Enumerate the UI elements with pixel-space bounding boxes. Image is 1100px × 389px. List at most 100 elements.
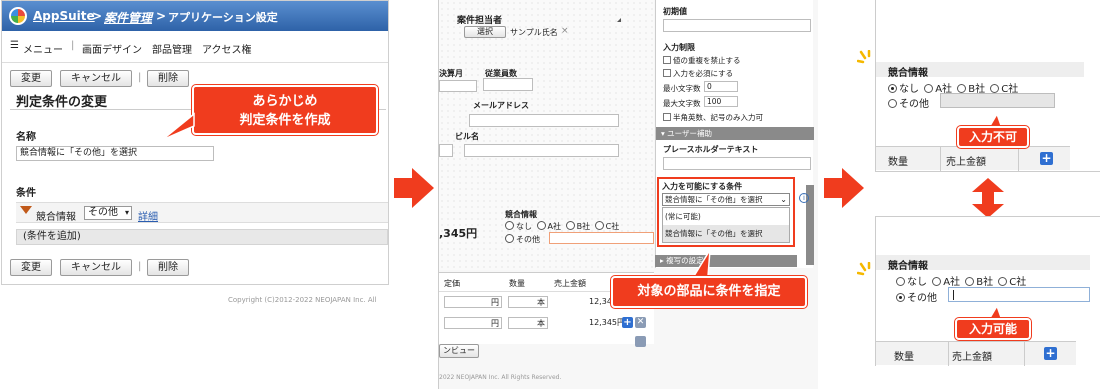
copy-settings-header[interactable]: ▸ 複写の設定 bbox=[655, 255, 797, 267]
preview-button[interactable]: ンビュー bbox=[439, 344, 479, 358]
col-divider bbox=[948, 342, 949, 366]
prop-check-alnum[interactable]: 半角英数、記号のみ入力可 bbox=[663, 112, 763, 123]
delete-row-icon[interactable]: ✕ bbox=[635, 317, 646, 328]
other-input-enabled[interactable] bbox=[948, 287, 1090, 302]
menu-item-menu[interactable]: メニュー bbox=[23, 41, 63, 56]
prop-max-input[interactable]: 100 bbox=[704, 96, 738, 107]
button-divider: | bbox=[138, 72, 142, 83]
radio-other[interactable]: その他 bbox=[896, 289, 937, 304]
condition-select[interactable]: その他 ▾ bbox=[84, 206, 132, 220]
callout-line2: 判定条件を作成 bbox=[239, 113, 331, 128]
radio-c[interactable]: C社 bbox=[594, 221, 619, 231]
owner-select-button[interactable]: 選択 bbox=[464, 26, 506, 38]
add-row-icon[interactable]: + bbox=[1044, 347, 1057, 360]
text-cursor bbox=[953, 290, 954, 300]
radio-a[interactable]: A社 bbox=[536, 221, 561, 231]
change-button[interactable]: 変更 bbox=[10, 70, 52, 87]
comp-label: 競合情報 bbox=[888, 68, 928, 79]
list-icon: ☰ bbox=[10, 40, 19, 51]
detail-link[interactable]: 詳細 bbox=[138, 208, 158, 223]
delete-button[interactable]: 削除 bbox=[147, 70, 189, 87]
chevron-down-icon: ⌄ bbox=[780, 195, 787, 204]
qty-input-1[interactable]: 本 bbox=[508, 296, 548, 308]
breadcrumb-link[interactable]: 案件管理 bbox=[104, 9, 152, 26]
footer-text: 2022 NEOJAPAN Inc. All Rights Reserved. bbox=[439, 374, 562, 381]
brand-link[interactable]: AppSuite bbox=[33, 9, 95, 23]
remove-icon[interactable]: × bbox=[561, 26, 569, 36]
appsuite-logo-icon bbox=[9, 7, 27, 25]
radio-none[interactable]: なし bbox=[505, 221, 532, 231]
owner-select-label: 選択 bbox=[477, 27, 493, 36]
menu-item-screen-design[interactable]: 画面デザイン bbox=[82, 41, 142, 56]
employees-input[interactable] bbox=[483, 78, 533, 91]
enable-condition-label: 入力を可能にする条件 bbox=[662, 182, 743, 191]
radio-none[interactable]: なし bbox=[888, 84, 919, 95]
dropdown-list: (常に可能) 競合情報に「その他」を選択 bbox=[662, 207, 790, 243]
prop-initial-input[interactable] bbox=[663, 19, 811, 32]
radio-none[interactable]: なし bbox=[896, 277, 927, 288]
add-condition-row[interactable]: (条件を追加) bbox=[16, 229, 388, 245]
prop-min-input[interactable]: 0 bbox=[704, 81, 738, 92]
radio-other[interactable]: その他 bbox=[888, 95, 929, 110]
prop-placeholder-input[interactable] bbox=[663, 157, 811, 170]
menu-item-parts[interactable]: 部品管理 bbox=[152, 41, 192, 56]
cancel-button[interactable]: キャンセル bbox=[60, 70, 132, 87]
dropdown-option-always[interactable]: (常に可能) bbox=[663, 208, 789, 225]
add-row-icon[interactable]: + bbox=[622, 317, 633, 328]
col-divider bbox=[1024, 342, 1025, 366]
callout-pointer bbox=[692, 249, 711, 277]
panel-condition-settings: AppSuite > 案件管理 > アプリケーション設定 ☰ メニュー | 画面… bbox=[1, 0, 389, 285]
col-header-qty: 数量 bbox=[509, 279, 525, 288]
enable-condition-box: 入力を可能にする条件 競合情報に「その他」を選択 ⌄ (常に可能) 競合情報に「… bbox=[657, 177, 795, 247]
cancel-button-bottom[interactable]: キャンセル bbox=[60, 259, 132, 276]
other-input-disabled bbox=[940, 93, 1055, 108]
prop-check-required[interactable]: 入力を必須にする bbox=[663, 68, 733, 79]
qty-input-2[interactable]: 本 bbox=[508, 317, 548, 329]
condition-field: 競合情報 bbox=[36, 212, 76, 223]
delete-row-icon[interactable] bbox=[635, 336, 646, 347]
callout-create-condition: あらかじめ 判定条件を作成 bbox=[192, 85, 378, 135]
dropdown-option-other[interactable]: 競合情報に「その他」を選択 bbox=[663, 225, 789, 242]
menu-divider: | bbox=[71, 40, 75, 51]
prop-section-header[interactable]: ▾ ユーザー補助 bbox=[656, 127, 814, 140]
email-input[interactable] bbox=[469, 114, 619, 127]
radio-b[interactable]: B社 bbox=[565, 221, 590, 231]
breadcrumb-separator: > bbox=[156, 9, 167, 23]
info-icon[interactable]: i bbox=[799, 193, 809, 203]
radio-other[interactable]: その他 bbox=[505, 234, 540, 245]
table-header: 数量 売上金額 + bbox=[876, 146, 1070, 171]
fiscal-input[interactable] bbox=[439, 80, 477, 92]
col-header-sales: 売上金額 bbox=[946, 157, 986, 168]
owner-user: サンプル氏名 bbox=[510, 28, 558, 37]
divider bbox=[2, 62, 388, 63]
callout-line1: あらかじめ bbox=[252, 94, 318, 109]
col-header-price: 定価 bbox=[444, 279, 460, 288]
prop-check-unique[interactable]: 値の重複を禁止する bbox=[663, 55, 741, 66]
col-header-qty: 数量 bbox=[894, 352, 914, 363]
copyright-text: Copyright (C)2012-2022 NEOJAPAN Inc. All bbox=[228, 296, 377, 304]
col-divider bbox=[940, 147, 941, 171]
change-button-bottom[interactable]: 変更 bbox=[10, 259, 52, 276]
resize-handle-icon bbox=[617, 18, 621, 22]
price-input-2[interactable]: 円 bbox=[444, 317, 502, 329]
callout-set-condition: 対象の部品に条件を指定 bbox=[611, 276, 807, 308]
building-input[interactable] bbox=[439, 144, 453, 157]
other-input[interactable] bbox=[549, 232, 654, 244]
breadcrumb-separator: > bbox=[92, 9, 103, 23]
add-row-icon[interactable]: + bbox=[1040, 152, 1053, 165]
filter-icon bbox=[20, 206, 32, 214]
menu-item-access[interactable]: アクセス権 bbox=[202, 41, 252, 56]
add-condition-label: (条件を追加) bbox=[23, 231, 81, 242]
price-input-1[interactable]: 円 bbox=[444, 296, 502, 308]
building2-input[interactable] bbox=[464, 144, 619, 157]
row-amount-2: 12,345円 bbox=[589, 318, 625, 327]
enable-condition-select[interactable]: 競合情報に「その他」を選択 ⌄ bbox=[662, 193, 790, 206]
name-input-value: 競合情報に「その他」を選択 bbox=[20, 148, 138, 158]
prop-min-label: 最小文字数 bbox=[663, 84, 701, 93]
comp-radio-group: なし A社 B社 C社 bbox=[896, 273, 1026, 288]
comp-header-bar: 競合情報 bbox=[876, 62, 1084, 79]
name-input[interactable]: 競合情報に「その他」を選択 bbox=[16, 146, 214, 161]
delete-button-bottom[interactable]: 削除 bbox=[147, 259, 189, 276]
comp-label: 競合情報 bbox=[888, 261, 928, 272]
double-arrow-icon bbox=[972, 178, 1004, 218]
